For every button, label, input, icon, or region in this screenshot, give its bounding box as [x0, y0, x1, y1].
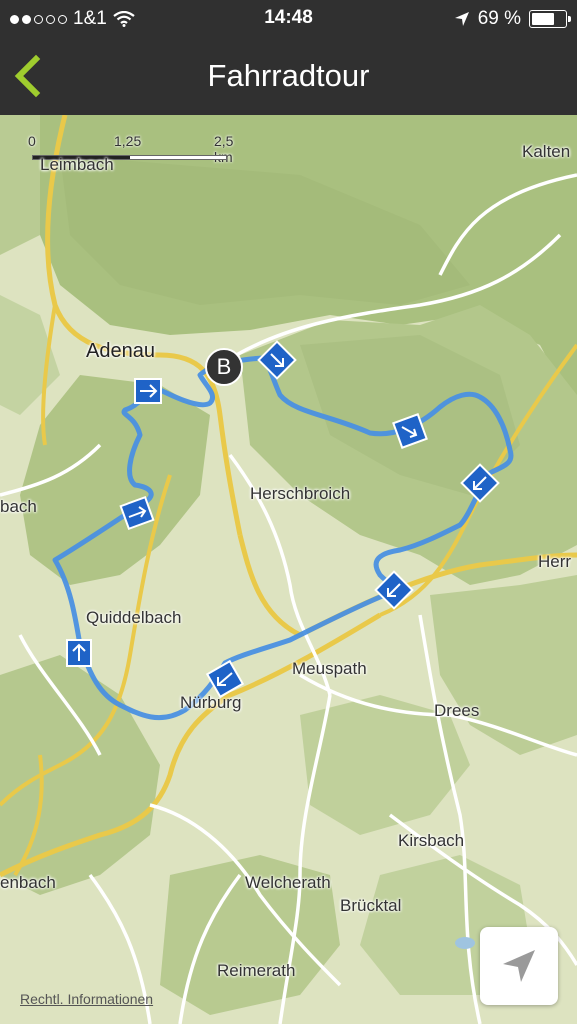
location-arrow-icon [503, 950, 535, 982]
place-label: Drees [434, 701, 480, 720]
place-label: Brücktal [340, 896, 402, 915]
place-label: Herschbroich [250, 484, 351, 503]
place-label: Adenau [86, 340, 155, 362]
place-label: bach [0, 497, 37, 516]
place-label: Nürburg [180, 693, 242, 712]
place-label: Welcherath [245, 873, 331, 892]
scale-label: 0 [28, 133, 36, 149]
place-label: Herr [538, 552, 572, 571]
place-label: Kirsbach [398, 831, 465, 850]
place-label: Leimbach [40, 155, 114, 174]
battery-icon [529, 10, 571, 28]
place-label: enbach [0, 873, 56, 892]
legal-information-link[interactable]: Rechtl. Informationen [20, 991, 153, 1007]
place-label: Quiddelbach [86, 608, 182, 627]
place-label: Reimerath [217, 961, 296, 980]
place-label: Meuspath [292, 659, 367, 678]
direction-arrow-icon [134, 378, 162, 404]
navigation-bar: Fahrradtour [0, 38, 577, 115]
scale-label: 2,5 km [214, 133, 234, 165]
battery-percent: 69 % [477, 8, 521, 29]
status-right: 69 % [454, 8, 571, 30]
direction-arrow-icon [66, 639, 92, 667]
start-marker[interactable]: B [205, 348, 243, 386]
location-services-icon [454, 12, 469, 26]
status-bar: 1&1 14:48 69 % [0, 0, 577, 38]
place-label: Kalten [522, 142, 571, 161]
locate-me-button[interactable] [480, 927, 558, 1005]
scale-label: 1,25 [114, 133, 142, 149]
page-title: Fahrradtour [207, 58, 370, 93]
map-view[interactable]: 0 1,25 2,5 km Leimbach Kalten Adenau Her… [0, 115, 577, 1024]
